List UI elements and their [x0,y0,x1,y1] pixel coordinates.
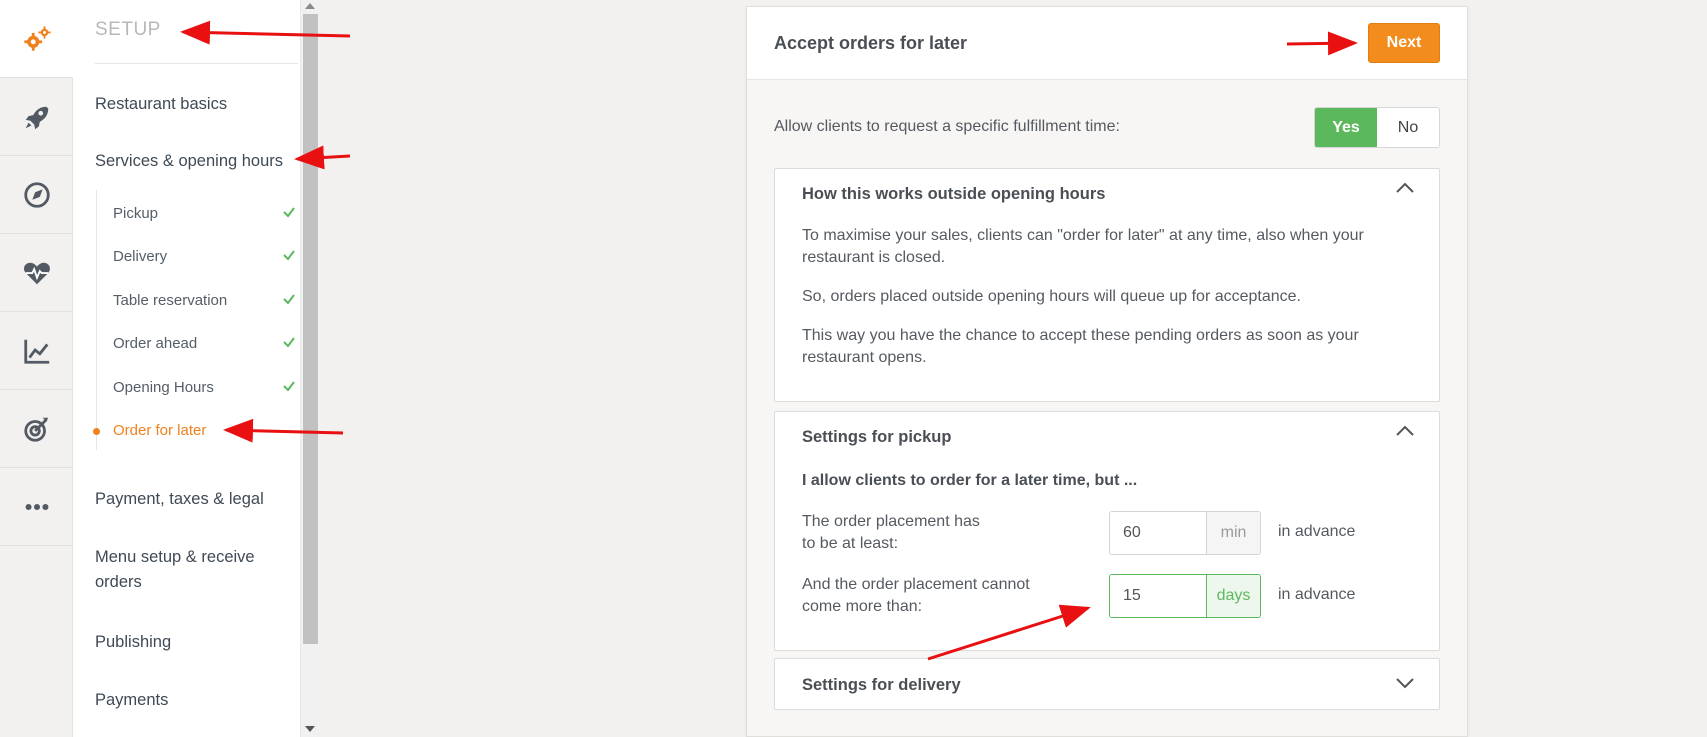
pickup-panel-title: Settings for pickup [802,428,952,446]
scroll-down-arrow[interactable] [305,726,315,732]
chevron-up-icon[interactable] [1395,425,1415,437]
target-icon [23,417,48,442]
min-time-input[interactable] [1110,512,1206,554]
gears-icon [23,25,51,51]
next-button[interactable]: Next [1368,23,1440,63]
sidebar-item-publishing[interactable]: Publishing [95,630,171,655]
subitem-label: Order ahead [113,335,198,352]
info-paragraph: This way you have the chance to accept t… [802,327,1359,366]
sidebar-subitem-table-reservation[interactable]: Table reservation [113,291,296,311]
more-dots-icon [25,503,48,510]
rail-promotions[interactable] [0,390,73,468]
icon-rail [0,0,73,737]
scroll-up-arrow[interactable] [305,3,315,9]
allow-time-label: Allow clients to request a specific fulf… [774,118,1120,135]
accept-orders-card: Accept orders for later Next Allow clien… [746,6,1468,737]
sidebar-title: SETUP [95,19,161,40]
sidebar-subitem-order-ahead[interactable]: Order ahead [113,334,296,354]
advance-text: in advance [1278,586,1356,603]
check-icon [283,337,295,348]
no-button[interactable]: No [1377,108,1439,147]
info-panel: How this works outside opening hours To … [774,168,1440,402]
check-icon [283,294,295,305]
subitem-label: Delivery [113,248,168,265]
max-unit: days [1206,575,1260,617]
setup-sidebar: SETUP Restaurant basics Services & openi… [73,0,300,737]
min-time-group: min [1109,511,1261,555]
chevron-down-icon[interactable] [1395,677,1415,689]
card-header: Accept orders for later Next [747,7,1467,80]
divider [95,63,298,64]
max-time-input[interactable] [1110,575,1206,617]
sidebar-item-payments[interactable]: Payments [95,688,168,713]
max-time-group: days [1109,574,1261,618]
sidebar-item-payment-taxes-legal[interactable]: Payment, taxes & legal [95,487,264,512]
sidebar-item-services-opening-hours[interactable]: Services & opening hours [95,149,283,174]
sidebar-subitem-pickup[interactable]: Pickup [113,204,296,224]
pickup-settings-panel: Settings for pickup I allow clients to o… [774,411,1440,651]
check-icon [283,381,295,392]
sidebar-scrollbar[interactable] [300,0,319,737]
yes-button[interactable]: Yes [1315,108,1377,147]
subitem-label: Order for later [113,422,207,439]
min-time-label: The order placement has to be at least: [802,513,980,552]
rail-launch[interactable] [0,78,73,156]
rail-health[interactable] [0,234,73,312]
subitem-label: Table reservation [113,292,228,309]
rocket-icon [25,106,48,129]
subitem-label: Pickup [113,205,159,222]
compass-icon [23,181,50,208]
fulfillment-time-toggle: Yes No [1314,107,1440,148]
delivery-settings-panel[interactable]: Settings for delivery [774,658,1440,710]
rail-marketing[interactable] [0,156,73,234]
info-paragraph: To maximise your sales, clients can "ord… [802,227,1364,266]
rail-setup[interactable] [0,0,73,78]
min-unit: min [1206,512,1260,554]
heartbeat-icon [23,262,50,284]
pickup-subheading: I allow clients to order for a later tim… [802,472,1138,489]
sub-nav-line [96,190,97,450]
sidebar-subitem-order-for-later[interactable]: Order for later [113,421,296,441]
check-icon [283,207,295,218]
check-icon [283,250,295,261]
line-chart-icon [23,339,49,364]
advance-text: in advance [1278,523,1356,540]
current-step-dot [93,428,100,435]
info-paragraph: So, orders placed outside opening hours … [802,288,1301,305]
max-time-label: And the order placement cannot come more… [802,576,1030,615]
sidebar-item-menu-setup[interactable]: Menu setup & receive orders [95,545,295,595]
sidebar-item-restaurant-basics[interactable]: Restaurant basics [95,92,227,117]
page-title: Accept orders for later [774,33,968,53]
rail-more[interactable] [0,468,73,546]
chevron-up-icon[interactable] [1395,182,1415,194]
sidebar-subitem-opening-hours[interactable]: Opening Hours [113,378,296,398]
scroll-thumb[interactable] [303,14,318,644]
info-panel-title: How this works outside opening hours [802,185,1106,203]
rail-reports[interactable] [0,312,73,390]
sidebar-subitem-delivery[interactable]: Delivery [113,247,296,267]
delivery-panel-title: Settings for delivery [802,676,961,694]
subitem-label: Opening Hours [113,379,214,396]
